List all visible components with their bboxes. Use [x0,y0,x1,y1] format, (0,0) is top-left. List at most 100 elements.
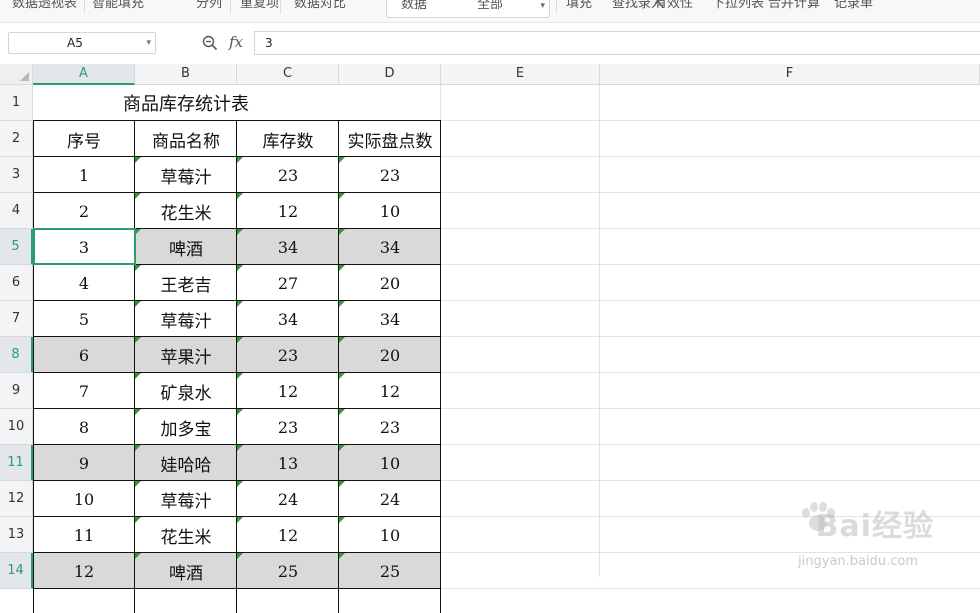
table-cell-actual[interactable]: 23 [339,157,441,193]
table-cell-name[interactable]: 草莓汁 [135,481,237,517]
table-cell-stock[interactable]: 23 [237,157,339,193]
toolbar-item[interactable]: 数据对比 [294,0,346,11]
table-cell-actual[interactable]: 10 [339,445,441,481]
table-cell-seq[interactable]: 2 [33,193,135,229]
row-header-6[interactable]: 6 [0,265,33,301]
table-cell-name[interactable]: 王老吉 [135,265,237,301]
table-cell-name[interactable]: 娃哈哈 [135,445,237,481]
table-cell-seq[interactable]: 6 [33,337,135,373]
column-header-a[interactable]: A [33,64,135,85]
error-flag-icon [237,481,243,487]
table-cell-seq[interactable]: 5 [33,301,135,337]
table-cell-seq[interactable]: 11 [33,517,135,553]
toolbar-item[interactable]: 合并计算 [768,0,820,11]
table-border [236,121,237,613]
row-header-9[interactable]: 9 [0,373,33,409]
table-cell-stock[interactable]: 12 [237,373,339,409]
table-cell-actual[interactable]: 10 [339,517,441,553]
table-cell-stock[interactable]: 27 [237,265,339,301]
toolbar-item[interactable]: 有效性 [654,0,693,11]
header-cell[interactable]: 实际盘点数 [339,121,441,157]
toolbar-item[interactable]: 数据透视表 [12,0,77,11]
toolbar-item[interactable]: 填充 [566,0,592,11]
row-header-7[interactable]: 7 [0,301,33,337]
toolbar-item[interactable]: 记录单 [834,0,873,11]
table-cell-seq[interactable]: 4 [33,265,135,301]
table-cell-actual[interactable]: 24 [339,481,441,517]
row-header-12[interactable]: 12 [0,481,33,517]
formula-bar: A5 ▾ fx 3 [0,28,980,60]
table-cell-seq[interactable]: 7 [33,373,135,409]
header-cell[interactable]: 序号 [33,121,135,157]
table-cell-name[interactable]: 草莓汁 [135,157,237,193]
table-cell-actual[interactable]: 10 [339,193,441,229]
table-cell-stock[interactable]: 13 [237,445,339,481]
row-header-5[interactable]: 5 [0,229,33,265]
select-all-corner[interactable] [0,64,33,85]
table-title[interactable]: 商品库存统计表 [33,85,339,121]
header-cell[interactable]: 库存数 [237,121,339,157]
row-header-4[interactable]: 4 [0,193,33,229]
column-header-d[interactable]: D [339,64,441,85]
toolbar-item[interactable]: 分列 [196,0,222,11]
table-cell-name[interactable]: 草莓汁 [135,301,237,337]
table-cell-stock[interactable]: 23 [237,337,339,373]
row-header-10[interactable]: 10 [0,409,33,445]
table-cell-name[interactable]: 啤酒 [135,553,237,589]
toolbar-item[interactable]: 重复项 [240,0,279,11]
table-cell-stock[interactable]: 23 [237,409,339,445]
zoom-icon[interactable] [202,35,218,51]
table-cell-stock[interactable]: 12 [237,517,339,553]
row-header-3[interactable]: 3 [0,157,33,193]
chevron-down-icon[interactable]: ▾ [146,33,151,53]
column-header-b[interactable]: B [135,64,237,85]
row-header-13[interactable]: 13 [0,517,33,553]
table-cell-name[interactable]: 矿泉水 [135,373,237,409]
table-cell-actual[interactable]: 23 [339,409,441,445]
error-flag-icon [237,409,243,415]
column-header-e[interactable]: E [441,64,600,85]
table-cell-actual[interactable]: 34 [339,301,441,337]
table-cell-seq[interactable]: 3 [33,229,135,265]
header-cell[interactable]: 商品名称 [135,121,237,157]
table-cell-actual[interactable]: 12 [339,373,441,409]
table-border [33,444,441,445]
row-header-1[interactable]: 1 [0,85,33,121]
row-header-8[interactable]: 8 [0,337,33,373]
table-cell-stock[interactable]: 34 [237,229,339,265]
table-cell-name[interactable]: 加多宝 [135,409,237,445]
toolbar-item[interactable]: 智能填充 [92,0,144,11]
table-cell-stock[interactable]: 34 [237,301,339,337]
table-cell-actual[interactable]: 25 [339,553,441,589]
table-border [33,516,441,517]
row-header-11[interactable]: 11 [0,445,33,481]
table-cell-name[interactable]: 花生米 [135,193,237,229]
table-cell-name[interactable]: 啤酒 [135,229,237,265]
table-cell-seq[interactable]: 12 [33,553,135,589]
table-cell-seq[interactable]: 10 [33,481,135,517]
row-header-2[interactable]: 2 [0,121,33,157]
table-cell-name[interactable]: 花生米 [135,517,237,553]
table-cell-actual[interactable]: 34 [339,229,441,265]
name-box[interactable]: A5 ▾ [8,32,156,54]
fx-icon[interactable]: fx [229,33,243,51]
table-cell-stock[interactable]: 12 [237,193,339,229]
toolbar-separator [84,0,85,14]
table-cell-stock[interactable]: 25 [237,553,339,589]
toolbar-item[interactable]: 下拉列表 [712,0,764,11]
column-header-c[interactable]: C [237,64,339,85]
table-cell-seq[interactable]: 1 [33,157,135,193]
table-cell-actual[interactable]: 20 [339,265,441,301]
table-cell-actual[interactable]: 20 [339,337,441,373]
row-header-14[interactable]: 14 [0,553,33,589]
formula-input[interactable]: 3 [254,31,980,55]
table-cell-seq[interactable]: 8 [33,409,135,445]
column-header-f[interactable]: F [600,64,980,85]
table-cell-stock[interactable]: 24 [237,481,339,517]
table-cell-seq[interactable]: 9 [33,445,135,481]
error-flag-icon [339,193,345,199]
error-flag-icon [135,301,141,307]
table-cell-name[interactable]: 苹果汁 [135,337,237,373]
toolbar-range-dropdown[interactable]: 数据 全部 ▾ [386,0,550,18]
table-border [134,121,135,613]
